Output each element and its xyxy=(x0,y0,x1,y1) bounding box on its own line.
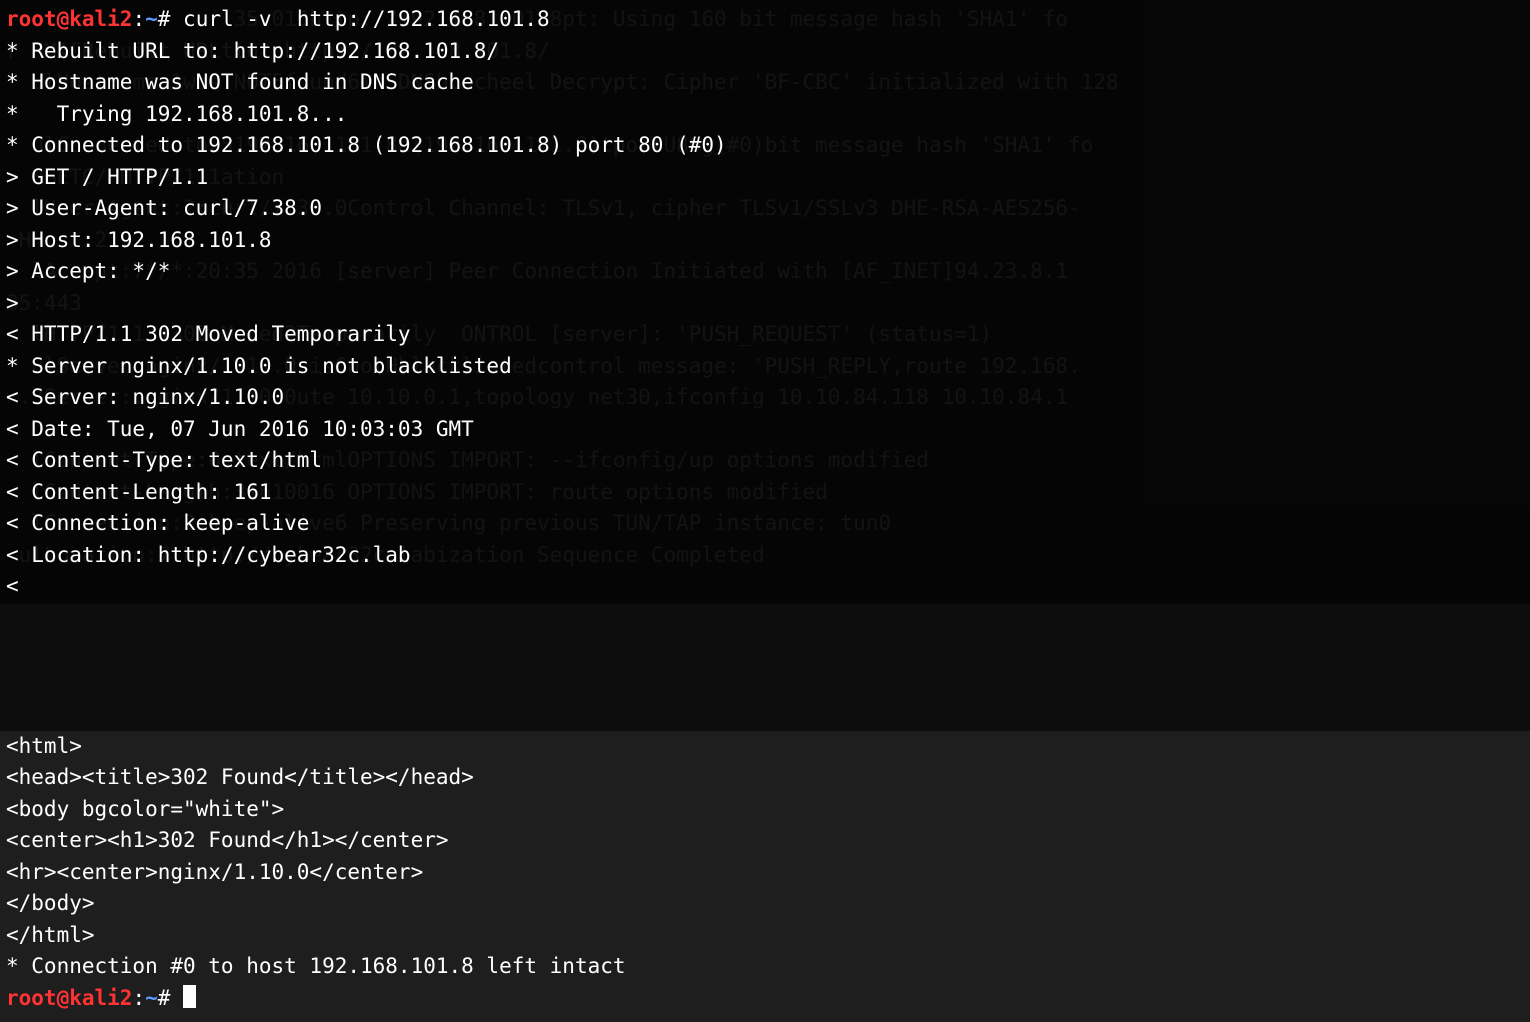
prompt-user: root@kali2 xyxy=(6,986,132,1010)
prompt-cwd: ~ xyxy=(145,986,158,1010)
terminal-output-bottom: <html><head><title>302 Found</title></he… xyxy=(0,731,1530,1022)
command-line: curl -v http://192.168.101.8 xyxy=(170,7,549,31)
terminal-output: root@kali2:~# curl -v http://192.168.101… xyxy=(0,0,1530,607)
terminal-cursor[interactable] xyxy=(183,985,196,1008)
prompt-user: root@kali2 xyxy=(6,7,132,31)
prompt-cwd: ~ xyxy=(145,7,158,31)
terminal-window[interactable]: root@kali2:~# curl35v016http://192.168.1… xyxy=(0,0,1530,1022)
